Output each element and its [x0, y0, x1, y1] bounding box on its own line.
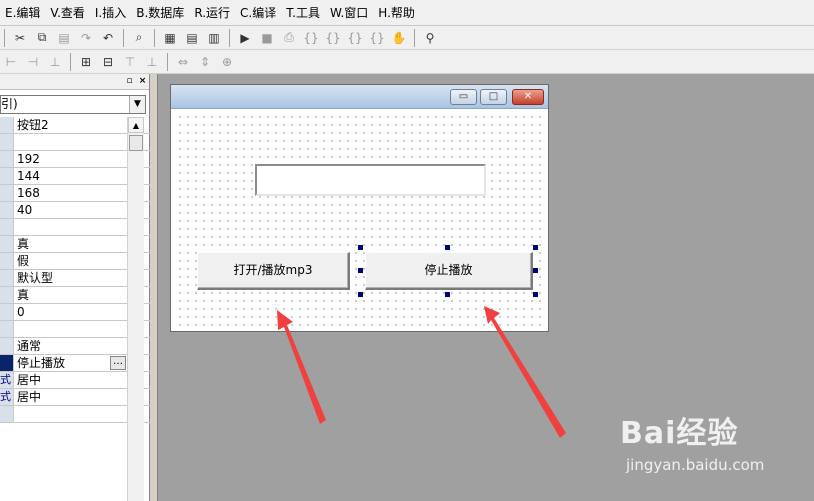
watermark-url: jingyan.baidu.com [626, 456, 765, 474]
arrow-right [484, 306, 566, 438]
arrow-left [277, 310, 326, 424]
baidu-watermark: Bai经验 jingyan.baidu.com [620, 408, 800, 488]
watermark-logo: Bai经验 [620, 416, 739, 451]
